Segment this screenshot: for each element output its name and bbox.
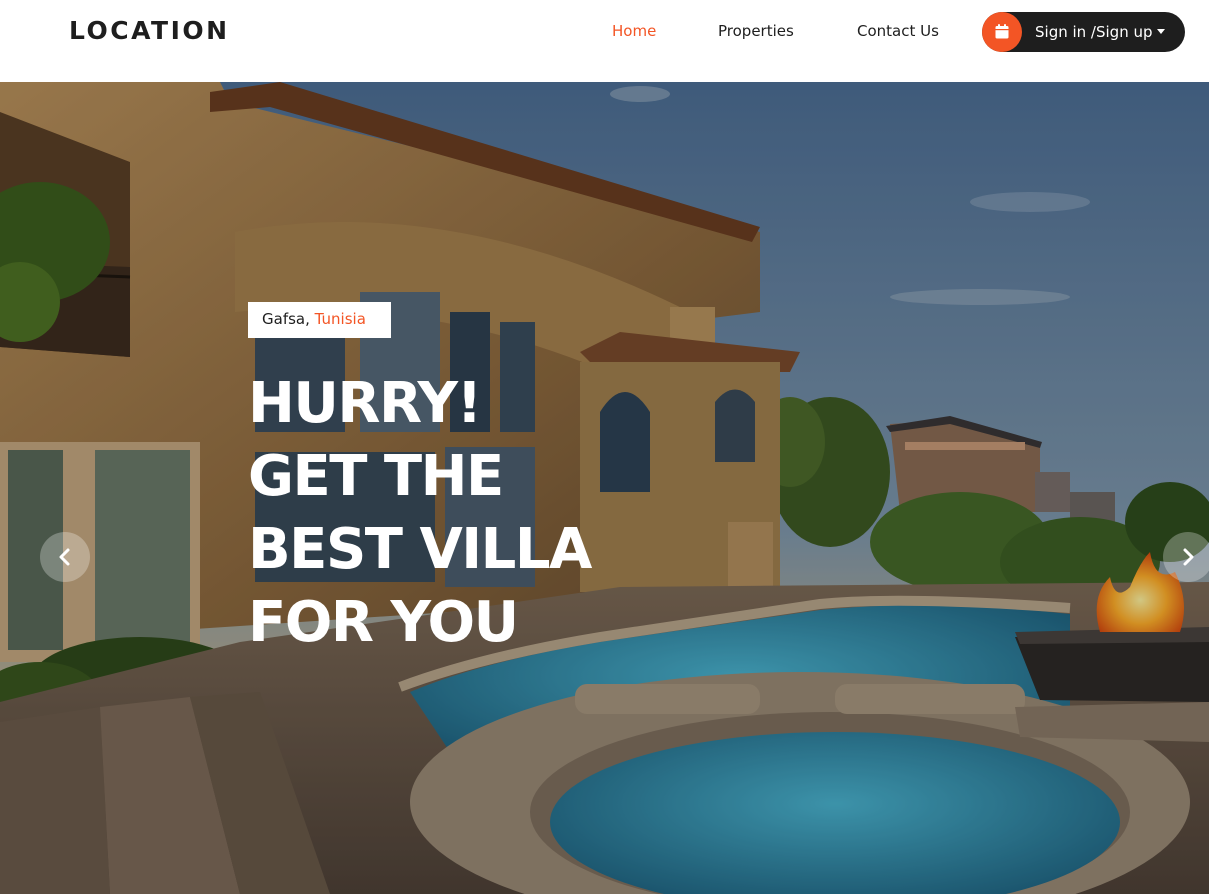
location-country: Tunisia — [314, 310, 366, 328]
nav-contact-link[interactable]: Contact Us — [857, 22, 939, 40]
hero-headline: HURRY! GET THE BEST VILLA FOR YOU — [248, 367, 668, 659]
dropdown-caret-icon — [1157, 29, 1165, 34]
signin-dropdown-button[interactable]: Sign in /Sign up — [982, 12, 1185, 52]
chevron-left-icon — [59, 548, 70, 566]
site-logo[interactable]: LOCATION — [69, 16, 230, 45]
signin-label: Sign in /Sign up — [1035, 23, 1153, 41]
calendar-icon — [982, 12, 1022, 52]
location-badge: Gafsa, Tunisia — [248, 302, 391, 338]
headline-line-1: HURRY! — [248, 371, 482, 436]
top-navbar: LOCATION Home Properties Contact Us Sign… — [0, 0, 1209, 82]
headline-line-4: FOR YOU — [248, 590, 519, 655]
nav-properties-link[interactable]: Properties — [718, 22, 794, 40]
chevron-right-icon — [1183, 548, 1194, 566]
carousel-prev-button[interactable] — [40, 532, 90, 582]
location-city: Gafsa, — [262, 310, 310, 328]
headline-line-3: BEST VILLA — [248, 517, 592, 582]
nav-home-link[interactable]: Home — [612, 22, 656, 40]
hero-banner: Gafsa, Tunisia HURRY! GET THE BEST VILLA… — [0, 82, 1209, 894]
headline-line-2: GET THE — [248, 444, 504, 509]
carousel-next-button[interactable] — [1163, 532, 1209, 582]
